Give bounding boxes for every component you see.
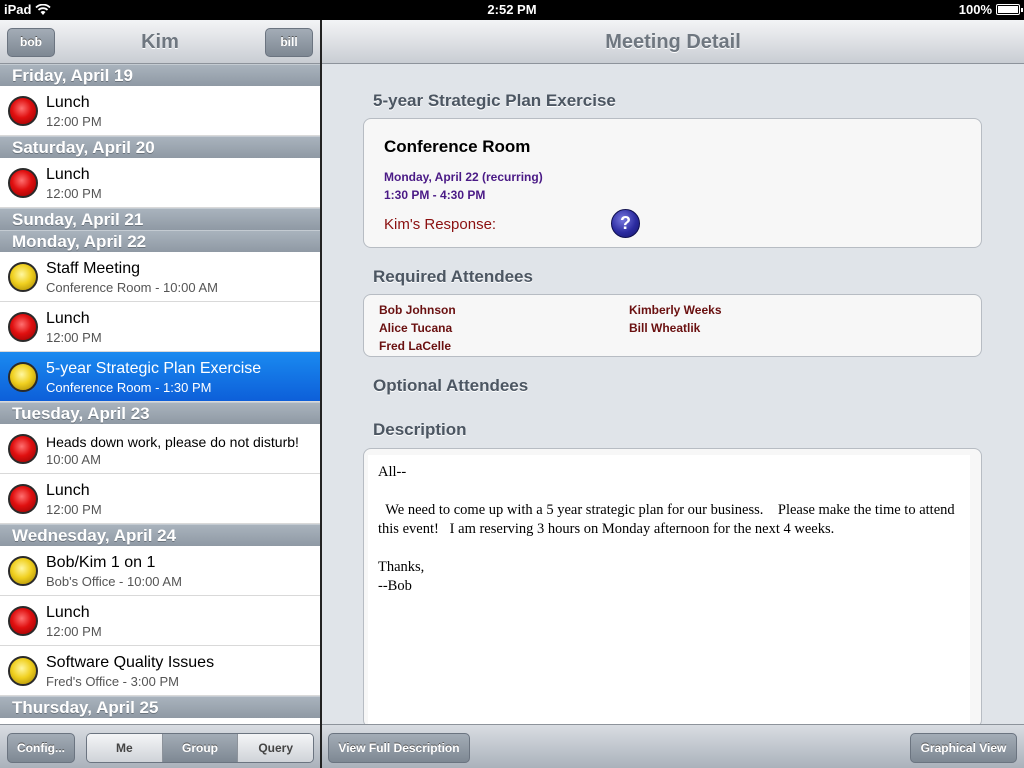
battery-label: 100% — [958, 2, 992, 17]
right-toolbar: View Full Description Graphical View — [322, 724, 1024, 768]
item-title: Software Quality Issues — [46, 654, 215, 671]
list-item[interactable]: Lunch 12:00 PM — [0, 86, 320, 136]
meeting-list-pane: bob Kim bill Friday, April 19 Lunch 12:0… — [0, 20, 320, 768]
item-title: Lunch — [46, 166, 90, 183]
left-navbar: bob Kim bill — [0, 20, 320, 64]
meeting-detail-pane: Meeting Detail 5-year Strategic Plan Exe… — [322, 20, 1024, 768]
item-subtitle: Conference Room - 10:00 AM — [46, 280, 218, 295]
meeting-title: 5-year Strategic Plan Exercise — [373, 91, 616, 110]
day-header: Wednesday, April 24 — [0, 524, 320, 546]
item-title: 5-year Strategic Plan Exercise — [46, 360, 262, 377]
config-button[interactable]: Config... — [7, 733, 75, 763]
list-item[interactable]: Lunch 12:00 PM — [0, 302, 320, 352]
item-title: Bob/Kim 1 on 1 — [46, 554, 156, 571]
right-navbar: Meeting Detail — [322, 20, 1024, 64]
meeting-list[interactable]: Friday, April 19 Lunch 12:00 PM Saturday… — [0, 64, 320, 724]
red-status-icon — [8, 312, 38, 342]
segment-me[interactable]: Me — [87, 734, 163, 762]
item-subtitle: 12:00 PM — [46, 114, 102, 129]
list-item[interactable]: Heads down work, please do not disturb! … — [0, 424, 320, 474]
meeting-info-card: Conference Room Monday, April 22 (recurr… — [363, 118, 982, 248]
list-item[interactable]: Lunch 12:00 PM — [0, 596, 320, 646]
yellow-status-icon — [8, 556, 38, 586]
segment-query[interactable]: Query — [238, 734, 313, 762]
item-subtitle: Fred's Office - 3:00 PM — [46, 674, 180, 689]
item-title: Lunch — [46, 94, 90, 111]
item-subtitle: 10:00 AM — [46, 452, 101, 467]
item-title: Heads down work, please do not disturb! — [46, 434, 299, 450]
optional-attendees-label: Optional Attendees — [373, 376, 529, 395]
red-status-icon — [8, 434, 38, 464]
location: Conference Room — [384, 137, 531, 156]
item-title: Lunch — [46, 310, 90, 327]
graphical-view-button[interactable]: Graphical View — [910, 733, 1017, 763]
red-status-icon — [8, 606, 38, 636]
red-status-icon — [8, 168, 38, 198]
attendee: Kimberly Weeks — [629, 303, 722, 317]
yellow-status-icon — [8, 656, 38, 686]
required-attendees-card: Bob Johnson Alice Tucana Fred LaCelle Ki… — [363, 294, 982, 357]
battery: 100% — [958, 2, 1023, 17]
day-header: Saturday, April 20 — [0, 136, 320, 158]
meeting-date: Monday, April 22 (recurring) — [384, 170, 543, 184]
item-subtitle: Conference Room - 1:30 PM — [46, 380, 212, 395]
list-item[interactable]: Lunch 12:00 PM — [0, 158, 320, 208]
item-subtitle: 12:00 PM — [46, 502, 102, 517]
red-status-icon — [8, 484, 38, 514]
item-title: Lunch — [46, 604, 90, 621]
segment-group[interactable]: Group — [162, 734, 239, 762]
response-label: Kim's Response: — [384, 216, 497, 233]
item-title: Lunch — [46, 482, 90, 499]
status-bar: iPad 2:52 PM 100% — [0, 0, 1024, 20]
day-header: Tuesday, April 23 — [0, 402, 320, 424]
description-box: All-- We need to come up with a 5 year s… — [363, 448, 982, 728]
day-header: Friday, April 19 — [0, 64, 320, 86]
day-header: Thursday, April 25 — [0, 696, 320, 718]
item-subtitle: 12:00 PM — [46, 330, 102, 345]
view-full-description-button[interactable]: View Full Description — [328, 733, 470, 763]
list-item[interactable]: Staff Meeting Conference Room - 10:00 AM — [0, 252, 320, 302]
left-toolbar: Config... Me Group Query — [0, 724, 320, 768]
yellow-status-icon — [8, 262, 38, 292]
attendee: Bill Wheatlik — [629, 321, 701, 335]
status-time: 2:52 PM — [487, 2, 537, 17]
yellow-status-icon — [8, 362, 38, 392]
attendee: Bob Johnson — [379, 303, 456, 317]
list-item[interactable]: Lunch 12:00 PM — [0, 474, 320, 524]
view-segmented-control[interactable]: Me Group Query — [86, 733, 314, 763]
list-item-selected[interactable]: 5-year Strategic Plan Exercise Conferenc… — [0, 352, 320, 402]
item-title: Staff Meeting — [46, 260, 140, 277]
item-subtitle: 12:00 PM — [46, 186, 102, 201]
bill-button[interactable]: bill — [265, 28, 313, 57]
attendee: Alice Tucana — [379, 321, 453, 335]
attendee: Fred LaCelle — [379, 339, 452, 353]
item-subtitle: Bob's Office - 10:00 AM — [46, 574, 182, 589]
question-mark-icon[interactable]: ? — [611, 209, 640, 238]
meeting-time: 1:30 PM - 4:30 PM — [384, 188, 486, 202]
list-item[interactable]: Bob/Kim 1 on 1 Bob's Office - 10:00 AM — [0, 546, 320, 596]
battery-icon — [996, 4, 1023, 15]
detail-title: Meeting Detail — [605, 31, 741, 53]
item-subtitle: 12:00 PM — [46, 624, 102, 639]
day-header: Monday, April 22 — [0, 230, 320, 252]
description-label: Description — [373, 420, 467, 439]
list-item[interactable]: Software Quality Issues Fred's Office - … — [0, 646, 320, 696]
required-attendees-label: Required Attendees — [373, 267, 533, 286]
description-text[interactable]: All-- We need to come up with a 5 year s… — [368, 455, 970, 727]
red-status-icon — [8, 96, 38, 126]
day-header: Sunday, April 21 — [0, 208, 320, 230]
detail-content[interactable]: 5-year Strategic Plan Exercise Conferenc… — [322, 64, 1024, 728]
